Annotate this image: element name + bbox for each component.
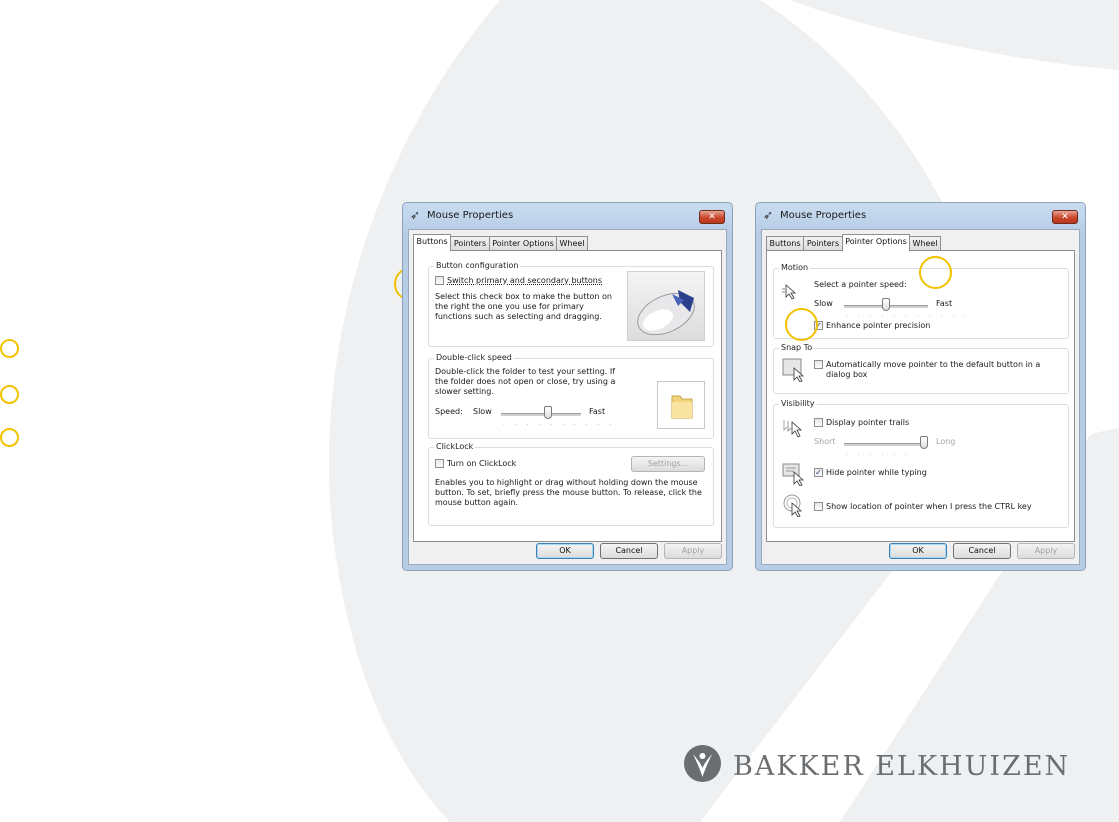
long-label: Long <box>936 437 956 446</box>
settings-button[interactable]: Settings... <box>631 456 705 472</box>
tab-panel-buttons: Button configuration Switch primary and … <box>413 250 722 542</box>
mouse-properties-dialog-buttons: ➶ Mouse Properties ✕ Buttons Pointers Po… <box>402 202 733 571</box>
fast-label: Fast <box>589 407 606 416</box>
test-folder-icon[interactable] <box>657 381 705 429</box>
group-label: Snap To <box>779 343 815 352</box>
snap-to-checkbox[interactable] <box>814 360 823 369</box>
callout-marker <box>785 308 818 341</box>
button-config-description: Select this check box to make the button… <box>435 292 612 321</box>
group-label: Visibility <box>779 399 817 408</box>
window-title: Mouse Properties <box>427 210 514 221</box>
slow-label: Slow <box>473 407 492 416</box>
trail-length-slider-track[interactable] <box>844 443 928 446</box>
close-button[interactable]: ✕ <box>699 210 725 224</box>
callout-marker <box>0 428 19 447</box>
mouse-properties-dialog-pointer-options: ➶ Mouse Properties ✕ Buttons Pointers Po… <box>755 202 1086 571</box>
slider-ticks: · · · · · · · · · · <box>503 422 616 429</box>
title-bar: ➶ Mouse Properties ✕ <box>756 203 1085 229</box>
close-button[interactable]: ✕ <box>1052 210 1078 224</box>
switch-buttons-checkbox[interactable] <box>435 276 444 285</box>
double-click-slider-thumb[interactable] <box>544 406 553 419</box>
tab-wheel[interactable]: Wheel <box>909 236 941 250</box>
pointer-location-icon <box>782 493 806 518</box>
window-title: Mouse Properties <box>780 210 867 221</box>
apply-button[interactable]: Apply <box>664 543 722 559</box>
show-location-label[interactable]: Show location of pointer when I press th… <box>826 502 1032 512</box>
clicklock-label[interactable]: Turn on ClickLock <box>447 459 516 469</box>
pointer-speed-slider-thumb[interactable] <box>882 298 890 311</box>
ok-button[interactable]: OK <box>536 543 594 559</box>
cancel-button[interactable]: Cancel <box>600 543 658 559</box>
double-click-description: Double-click the folder to test your set… <box>435 367 616 396</box>
callout-marker <box>919 256 952 289</box>
pointer-speed-icon <box>782 283 802 301</box>
clicklock-description: Enables you to highlight or drag without… <box>435 478 702 507</box>
mouse-image <box>627 271 705 341</box>
double-click-speed-group: Double-click speed Double-click the fold… <box>428 353 714 439</box>
tab-pointers[interactable]: Pointers <box>450 236 490 250</box>
mouse-icon: ➶ <box>763 208 774 222</box>
callout-marker <box>0 339 19 358</box>
pointer-speed-prompt: Select a pointer speed: <box>814 280 907 289</box>
tab-pointer-options[interactable]: Pointer Options <box>842 234 910 251</box>
clicklock-group: ClickLock Turn on ClickLock Settings... … <box>428 442 714 526</box>
callout-marker <box>0 385 19 404</box>
group-label: ClickLock <box>434 442 476 451</box>
pointer-trails-checkbox[interactable] <box>814 418 823 427</box>
button-configuration-group: Button configuration Switch primary and … <box>428 261 714 347</box>
show-location-checkbox[interactable] <box>814 502 823 511</box>
group-label: Button configuration <box>434 261 521 270</box>
ok-button[interactable]: OK <box>889 543 947 559</box>
hide-pointer-label[interactable]: Hide pointer while typing <box>826 468 927 478</box>
slow-label: Slow <box>814 299 833 308</box>
tab-wheel[interactable]: Wheel <box>556 236 588 250</box>
group-label: Motion <box>779 263 811 272</box>
visibility-group: Visibility Display pointer trails Short … <box>773 399 1069 528</box>
tab-pointer-options[interactable]: Pointer Options <box>489 236 557 250</box>
fast-label: Fast <box>936 299 953 308</box>
logo-mark-icon <box>684 745 721 782</box>
tab-buttons[interactable]: Buttons <box>766 236 804 250</box>
enhance-precision-label[interactable]: Enhance pointer precision <box>826 321 930 331</box>
snap-to-label[interactable]: Automatically move pointer to the defaul… <box>826 360 1046 380</box>
speed-label: Speed: <box>435 407 463 416</box>
logo-text: BAKKER ELKHUIZEN <box>733 751 1071 782</box>
title-bar: ➶ Mouse Properties ✕ <box>403 203 732 229</box>
slider-ticks: · · · · · · <box>846 452 911 459</box>
group-label: Double-click speed <box>434 353 514 362</box>
trail-length-slider-thumb[interactable] <box>920 436 928 449</box>
pointer-trails-label[interactable]: Display pointer trails <box>826 418 909 428</box>
switch-buttons-label[interactable]: Switch primary and secondary buttons <box>447 276 602 286</box>
hide-pointer-checkbox[interactable]: ✓ <box>814 468 823 477</box>
cancel-button[interactable]: Cancel <box>953 543 1011 559</box>
snap-to-icon <box>782 358 806 383</box>
hide-pointer-icon <box>782 462 806 487</box>
dialog-client: Buttons Pointers Pointer Options Wheel B… <box>408 229 727 565</box>
snap-to-group: Snap To Automatically move pointer to th… <box>773 343 1069 394</box>
clicklock-checkbox[interactable] <box>435 459 444 468</box>
mouse-icon: ➶ <box>410 208 421 222</box>
pointer-trails-icon <box>782 418 806 440</box>
short-label: Short <box>814 437 836 446</box>
tab-pointers[interactable]: Pointers <box>803 236 843 250</box>
apply-button[interactable]: Apply <box>1017 543 1075 559</box>
double-click-slider-track[interactable] <box>501 413 581 416</box>
tab-panel-pointer-options: Motion Select a pointer speed: Slow · · … <box>766 250 1075 542</box>
tab-buttons[interactable]: Buttons <box>413 234 451 251</box>
